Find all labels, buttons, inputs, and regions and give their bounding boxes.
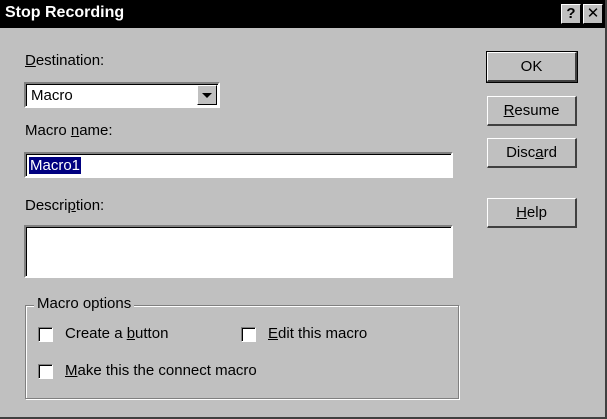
destination-value: Macro: [31, 87, 73, 104]
discard-button[interactable]: Discard: [487, 138, 577, 168]
title-bar[interactable]: Stop Recording ? ✕: [0, 0, 605, 28]
window-title: Stop Recording: [5, 4, 125, 21]
destination-select[interactable]: Macro: [24, 82, 220, 108]
stop-recording-dialog: Stop Recording ? ✕ Destination: Macro Ma…: [0, 0, 607, 419]
destination-label: Destination:: [25, 52, 105, 69]
edit-macro-label[interactable]: Edit this macro: [268, 325, 367, 342]
macro-name-input[interactable]: Macro1: [24, 152, 453, 178]
description-label: Description:: [25, 197, 105, 214]
chevron-down-icon[interactable]: [197, 85, 217, 105]
close-icon[interactable]: ✕: [583, 4, 603, 24]
create-button-checkbox[interactable]: [38, 327, 53, 342]
macro-name-label: Macro name:: [25, 122, 113, 139]
description-textarea[interactable]: [24, 225, 453, 278]
connect-macro-checkbox[interactable]: [38, 364, 53, 379]
help-question-icon[interactable]: ?: [561, 4, 581, 24]
resume-button[interactable]: Resume: [487, 96, 577, 126]
connect-macro-label[interactable]: Make this the connect macro: [65, 362, 257, 379]
ok-button[interactable]: OK: [486, 51, 578, 83]
macro-options-legend: Macro options: [34, 295, 135, 312]
help-button[interactable]: Help: [487, 198, 577, 228]
edit-macro-checkbox[interactable]: [241, 327, 256, 342]
macro-options-group: [25, 305, 459, 399]
macro-name-value: Macro1: [29, 157, 82, 174]
create-button-label[interactable]: Create a button: [65, 325, 168, 342]
